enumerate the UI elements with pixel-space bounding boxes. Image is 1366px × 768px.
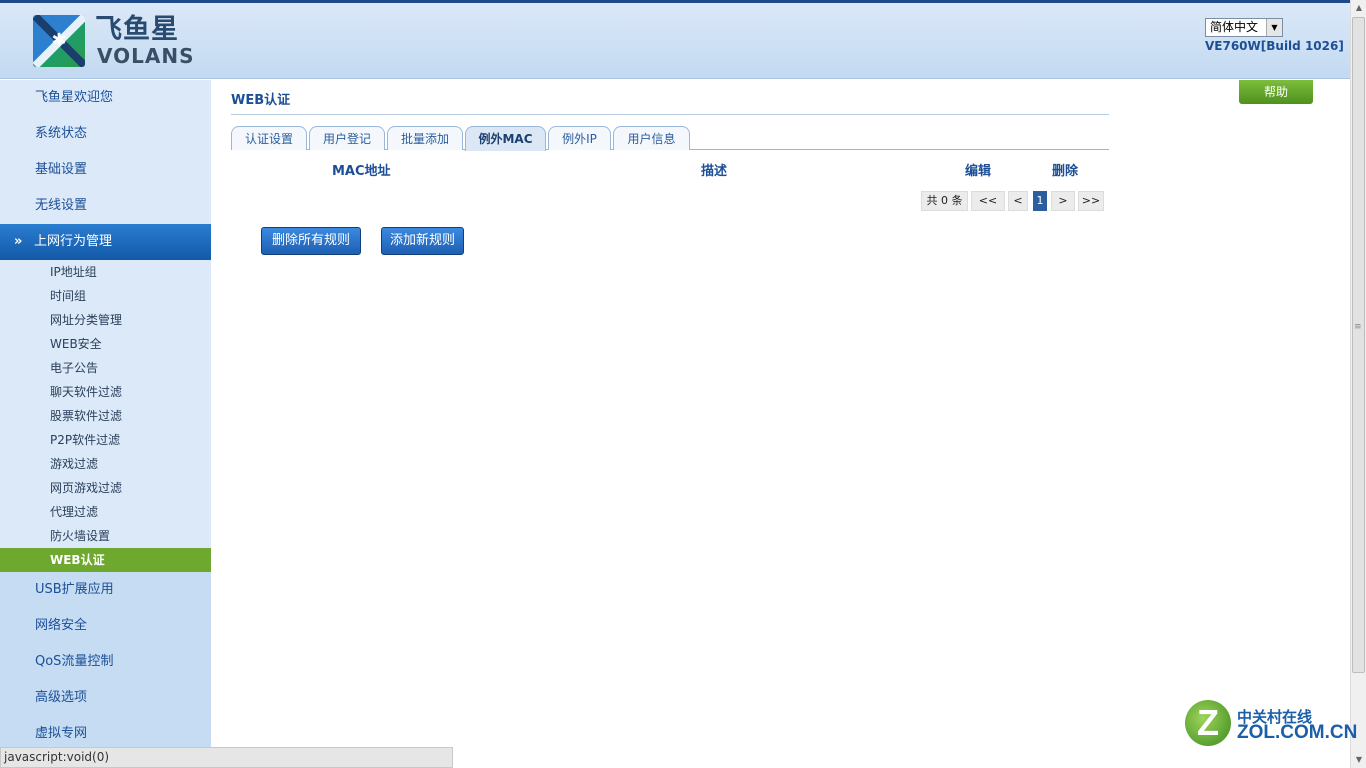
page-title: WEB认证 (231, 93, 291, 108)
logo-cn-text: 飞鱼星 (95, 14, 179, 45)
sidebar-item-welcome[interactable]: 飞鱼星欢迎您 (0, 80, 211, 116)
tab-user-registration[interactable]: 用户登记 (309, 126, 385, 150)
tab-user-info[interactable]: 用户信息 (613, 126, 690, 150)
sidebar-item-label: 上网行为管理 (34, 234, 113, 249)
sidebar-item-usb[interactable]: USB扩展应用 (0, 572, 211, 608)
language-select[interactable]: 简体中文 ▼ (1205, 18, 1283, 37)
help-button[interactable]: 帮助 (1239, 80, 1313, 104)
submenu-item-proxy-filter[interactable]: 代理过滤 (0, 500, 211, 524)
column-header-description: 描述 (701, 164, 728, 179)
sidebar: 飞鱼星欢迎您 系统状态 基础设置 无线设置 » 上网行为管理 IP地址组 时间组 … (0, 80, 211, 752)
scroll-grip-icon: ≡ (1354, 322, 1362, 332)
chevron-down-icon[interactable]: ▼ (1266, 19, 1282, 36)
tab-bar: 认证设置 用户登记 批量添加 例外MAC 例外IP 用户信息 (231, 126, 1109, 151)
submenu-item-announcement[interactable]: 电子公告 (0, 356, 211, 380)
sidebar-bottom-group: USB扩展应用 网络安全 QoS流量控制 高级选项 虚拟专网 (0, 572, 211, 752)
scroll-thumb[interactable] (1352, 17, 1365, 673)
column-header-mac: MAC地址 (332, 164, 391, 179)
submenu-item-stock-filter[interactable]: 股票软件过滤 (0, 404, 211, 428)
sidebar-submenu: IP地址组 时间组 网址分类管理 WEB安全 电子公告 聊天软件过滤 股票软件过… (0, 260, 211, 572)
volans-logo: ✱ 飞鱼星 VOLANS (33, 14, 194, 69)
submenu-item-firewall[interactable]: 防火墙设置 (0, 524, 211, 548)
scroll-down-icon[interactable]: ▼ (1351, 752, 1366, 768)
delete-all-rules-button[interactable]: 删除所有规则 (261, 227, 361, 255)
logo-en-text: VOLANS (97, 44, 195, 68)
sidebar-item-qos[interactable]: QoS流量控制 (0, 644, 211, 680)
sidebar-item-basic-settings[interactable]: 基础设置 (0, 152, 211, 188)
zol-watermark: Z 中关村在线 ZOL.COM.CN (1185, 700, 1357, 748)
tab-exception-ip[interactable]: 例外IP (548, 126, 611, 150)
pagination-next-button[interactable]: > (1051, 191, 1075, 211)
submenu-item-web-security[interactable]: WEB安全 (0, 332, 211, 356)
sidebar-item-advanced[interactable]: 高级选项 (0, 680, 211, 716)
double-chevron-down-icon: » (14, 234, 23, 249)
tab-auth-settings[interactable]: 认证设置 (231, 126, 307, 150)
pagination-prev-button[interactable]: < (1008, 191, 1028, 211)
submenu-item-webgame-filter[interactable]: 网页游戏过滤 (0, 476, 211, 500)
sidebar-item-behavior-management[interactable]: » 上网行为管理 (0, 224, 211, 260)
tab-batch-add[interactable]: 批量添加 (387, 126, 463, 150)
pagination-current-page[interactable]: 1 (1033, 191, 1047, 211)
watermark-en-text: ZOL.COM.CN (1237, 722, 1358, 743)
submenu-item-time-group[interactable]: 时间组 (0, 284, 211, 308)
header: ✱ 飞鱼星 VOLANS 简体中文 ▼ VE760W[Build 1026] (0, 3, 1350, 79)
submenu-item-chat-filter[interactable]: 聊天软件过滤 (0, 380, 211, 404)
submenu-item-url-category[interactable]: 网址分类管理 (0, 308, 211, 332)
submenu-item-p2p-filter[interactable]: P2P软件过滤 (0, 428, 211, 452)
build-version: VE760W[Build 1026] (1205, 39, 1344, 53)
language-selected-value: 简体中文 (1210, 20, 1259, 34)
sidebar-item-wireless-settings[interactable]: 无线设置 (0, 188, 211, 224)
column-header-edit: 编辑 (965, 164, 992, 179)
pagination-last-button[interactable]: >> (1078, 191, 1104, 211)
pagination-total: 共 0 条 (921, 191, 968, 211)
tab-exception-mac[interactable]: 例外MAC (465, 126, 546, 151)
logo-mark-icon: ✱ (33, 15, 85, 67)
submenu-item-web-auth[interactable]: WEB认证 (0, 548, 211, 572)
vertical-scrollbar[interactable]: ▲ ≡ ▼ (1350, 0, 1366, 768)
submenu-item-game-filter[interactable]: 游戏过滤 (0, 452, 211, 476)
sidebar-item-system-status[interactable]: 系统状态 (0, 116, 211, 152)
scroll-up-icon[interactable]: ▲ (1351, 0, 1366, 16)
zol-logo-icon: Z (1185, 700, 1231, 746)
column-header-delete: 删除 (1052, 164, 1079, 179)
sidebar-item-network-security[interactable]: 网络安全 (0, 608, 211, 644)
pagination-first-button[interactable]: << (971, 191, 1005, 211)
add-new-rule-button[interactable]: 添加新规则 (381, 227, 464, 255)
browser-status-bar: javascript:void(0) (0, 747, 453, 768)
submenu-item-ip-group[interactable]: IP地址组 (0, 260, 211, 284)
title-divider (231, 114, 1109, 115)
